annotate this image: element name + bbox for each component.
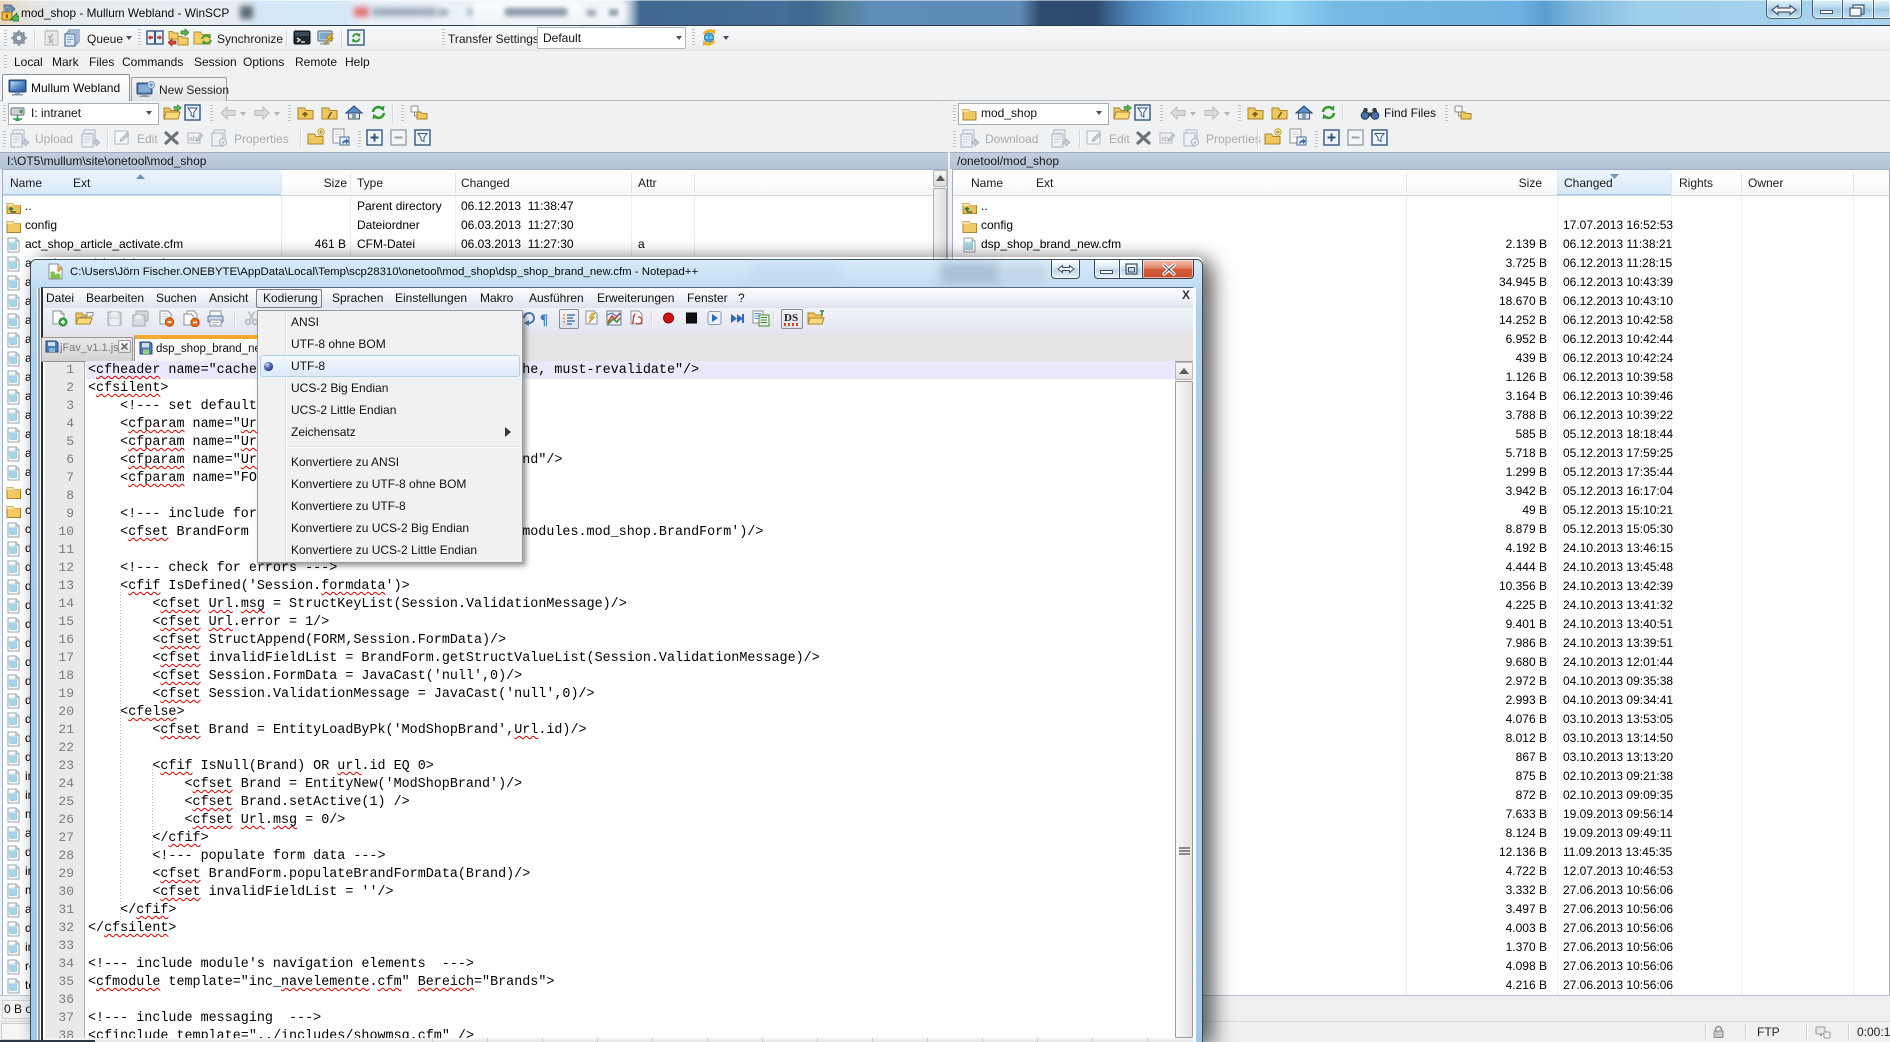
svg-text:ab: ab: [189, 136, 197, 143]
svg-text:ab: ab: [1161, 136, 1169, 143]
svg-text:¶: ¶: [540, 312, 548, 327]
